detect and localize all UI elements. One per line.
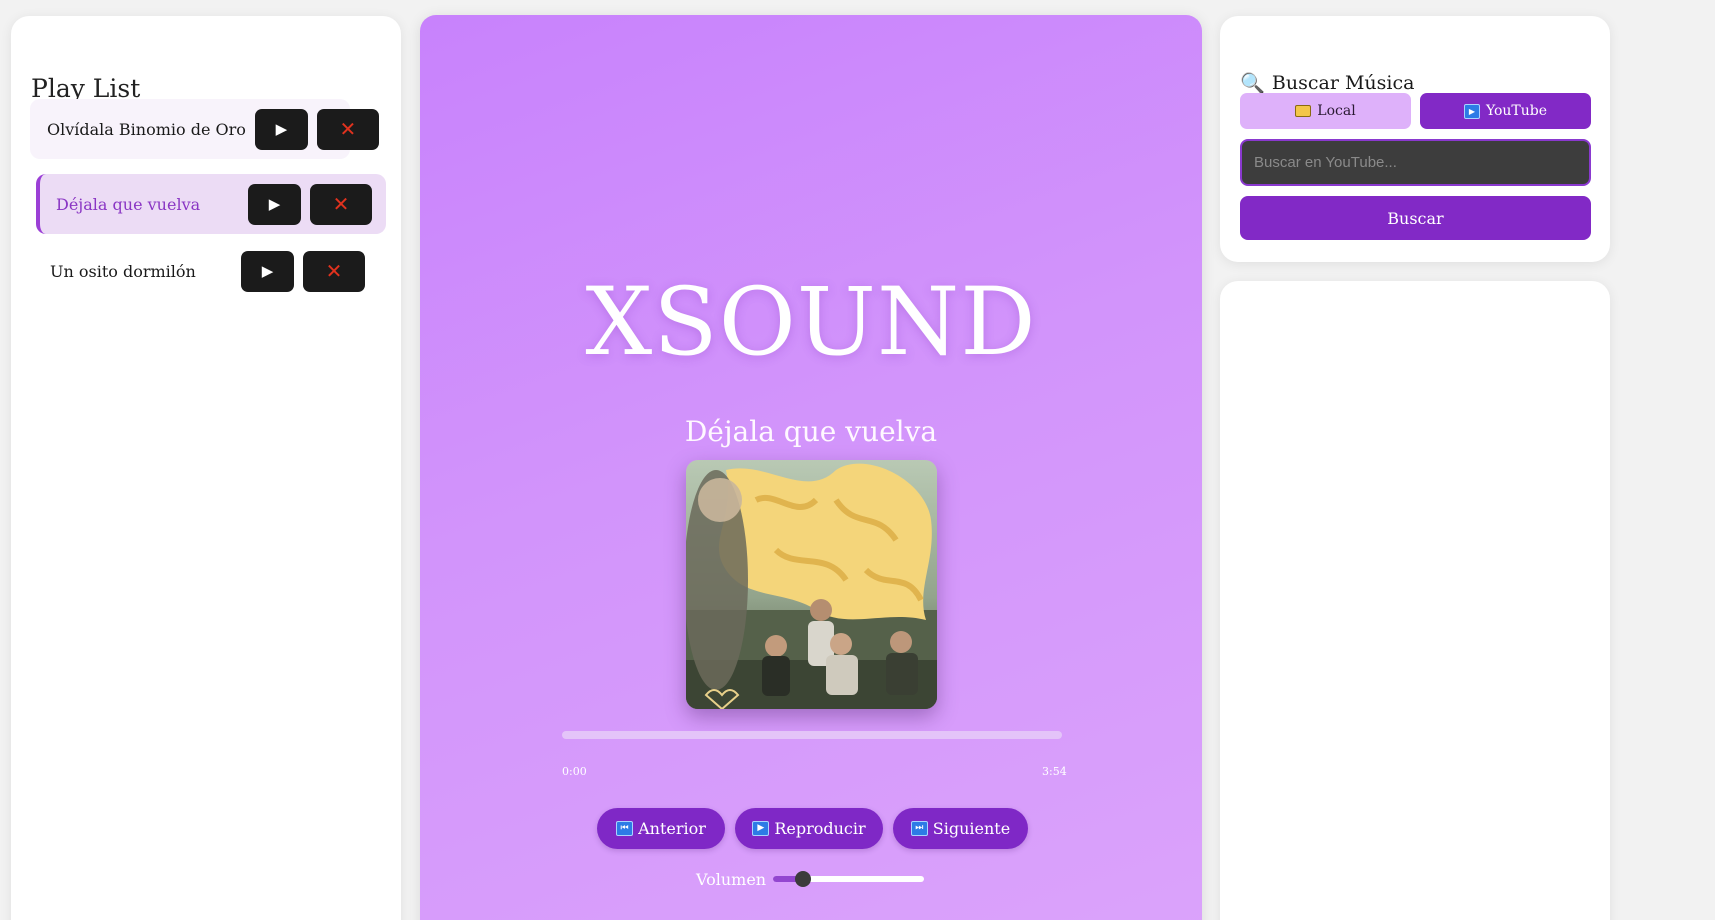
next-label: Siguiente — [932, 819, 1011, 838]
playlist-item[interactable]: Olvídala Binomio de Oro ▶ ✕ — [30, 99, 379, 159]
previous-label: Anterior — [638, 819, 706, 838]
source-local-button[interactable]: Local — [1240, 93, 1411, 129]
previous-button[interactable]: ⏮ Anterior — [597, 808, 725, 849]
source-local-label: Local — [1317, 103, 1356, 119]
play-label: Reproducir — [774, 819, 866, 838]
progress-bar[interactable] — [562, 731, 1062, 739]
search-icon: 🔍 — [1240, 71, 1265, 95]
brand-logo: XSOUND — [585, 268, 1037, 377]
search-results-panel — [1220, 281, 1610, 920]
youtube-play-icon: ▶ — [1463, 103, 1480, 119]
search-title-text: Buscar Música — [1271, 72, 1415, 94]
playlist-item-name: Déjala que vuelva — [56, 194, 201, 214]
album-cover-image — [686, 460, 937, 709]
current-time: 0:00 — [562, 765, 587, 778]
next-button[interactable]: ⏭ Siguiente — [893, 808, 1028, 849]
playlist-item[interactable]: Un osito dormilón ▶ ✕ — [36, 241, 386, 301]
delete-button[interactable]: ✕ — [303, 250, 365, 292]
play-button[interactable]: ▶ — [248, 183, 301, 225]
volume-slider[interactable] — [773, 871, 924, 887]
duration-time: 3:54 — [1042, 765, 1067, 778]
playlist-item-name: Olvídala Binomio de Oro — [47, 119, 246, 139]
playlist-panel: Play List Olvídala Binomio de Oro ▶ ✕ Dé… — [11, 16, 401, 920]
volume-label: Volumen — [696, 870, 767, 889]
source-youtube-button[interactable]: ▶ YouTube — [1420, 93, 1591, 129]
now-playing-title: Déjala que vuelva — [684, 415, 938, 448]
play-button[interactable]: ▶ — [241, 250, 294, 292]
next-icon: ⏭ — [910, 821, 928, 836]
player-panel: XSOUND Déjala que vuelva 0:00 3:54 ⏮ Ant… — [420, 15, 1202, 920]
search-title: 🔍 Buscar Música — [1240, 71, 1414, 95]
volume-thumb[interactable] — [795, 871, 812, 887]
playlist-item-active[interactable]: Déjala que vuelva ▶ ✕ — [36, 174, 386, 234]
previous-icon: ⏮ — [616, 821, 634, 836]
play-icon: ▶ — [752, 821, 770, 836]
folder-icon — [1295, 105, 1312, 117]
search-panel: 🔍 Buscar Música Local ▶ YouTube Buscar — [1220, 16, 1610, 262]
search-input[interactable] — [1240, 139, 1591, 186]
source-youtube-label: YouTube — [1485, 103, 1548, 119]
play-pause-button[interactable]: ▶ Reproducir — [735, 808, 883, 849]
search-button[interactable]: Buscar — [1240, 196, 1591, 240]
delete-button[interactable]: ✕ — [310, 183, 372, 225]
play-button[interactable]: ▶ — [254, 108, 308, 150]
delete-button[interactable]: ✕ — [316, 108, 379, 150]
playlist-item-name: Un osito dormilón — [50, 261, 196, 281]
